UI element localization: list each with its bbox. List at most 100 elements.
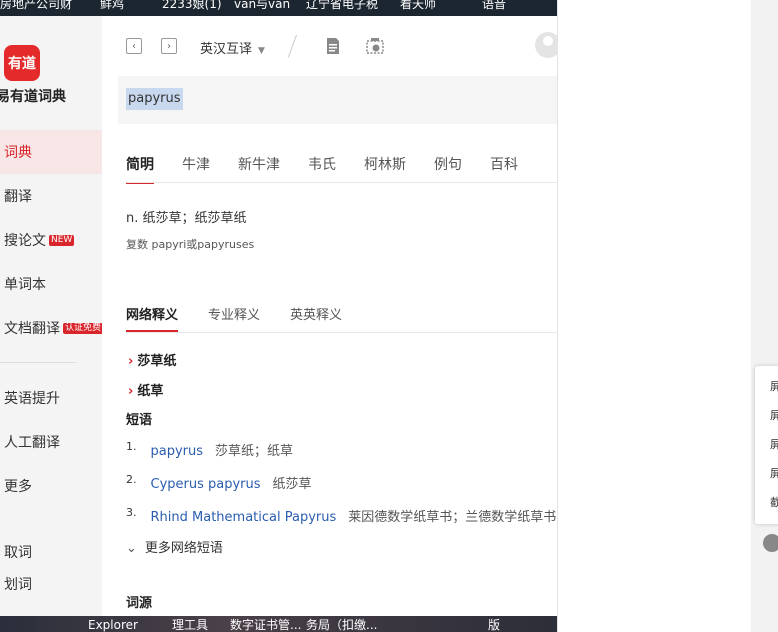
back-button[interactable]: ‹ (126, 38, 142, 54)
dictionary-tabs: 简明 牛津 新牛津 韦氏 柯林斯 例句 百科 (126, 154, 546, 184)
taskbar-item[interactable]: Explorer (88, 618, 138, 632)
sidebar-item-search-papers[interactable]: 搜论文 NEW (0, 218, 102, 262)
phrase-number: 1. (126, 440, 137, 453)
chevron-right-icon: › (128, 384, 134, 399)
search-query-text[interactable]: papyrus (126, 88, 183, 110)
phrase-translation: 莱因德数学纸草书；兰德数学纸草书 (348, 510, 557, 525)
tab-english-definition[interactable]: 英英释义 (290, 304, 342, 323)
plural-form-text: 复数 papyri或papyruses (126, 238, 255, 251)
taskbar-item[interactable]: 2233娘(1) (162, 0, 222, 11)
phrase-item: 1. papyrus 莎草纸；纸草 (126, 440, 293, 459)
sense-label: 莎草纸 (137, 354, 177, 369)
tab-new-oxford[interactable]: 新牛津 (238, 154, 280, 174)
language-mode-select[interactable]: 英汉互译 ▼ (200, 38, 265, 57)
sense-label: 纸草 (137, 384, 164, 399)
forward-button[interactable]: › (161, 38, 177, 54)
sidebar-item-human-translate[interactable]: 人工翻译 (0, 420, 102, 464)
sidebar-item-label: 划词 (4, 577, 32, 593)
app-title: 易有道词典 (0, 89, 66, 105)
phrase-link[interactable]: papyrus (151, 444, 204, 459)
sense-item[interactable]: › 纸草 (128, 380, 163, 399)
phrase-item: 3. Rhind Mathematical Papyrus 莱因德数学纸草书；兰德数… (126, 506, 556, 525)
tab-collins[interactable]: 柯林斯 (364, 154, 406, 174)
sidebar-item-english-boost[interactable]: 英语提升 (0, 376, 102, 420)
caret-down-icon: ▼ (258, 46, 265, 56)
chevron-left-icon: ‹ (132, 40, 136, 52)
sidebar-item-label: 更多 (4, 479, 32, 495)
taskbar-item[interactable]: 务局（扣缴... (306, 618, 377, 632)
taskbar-item[interactable]: 版 (488, 618, 500, 632)
tab-web-definition[interactable]: 网络释义 (126, 304, 179, 332)
screenshot-menu-popup: 屏 屏 屏 屏 截 (755, 366, 778, 524)
sidebar-item-more[interactable]: 更多 (0, 464, 102, 508)
sidebar-item-label: 英语提升 (4, 391, 60, 407)
phrase-translation: 纸莎草 (272, 477, 312, 492)
definition-text: n. 纸莎草；纸莎草纸 (126, 211, 247, 226)
sidebar: 有道 易有道词典 词典 翻译 搜论文 NEW 单词本 文档翻译 认证免费 英语提… (0, 16, 104, 616)
popup-item[interactable]: 屏 (770, 465, 778, 481)
more-phrases-label: 更多网络短语 (144, 541, 223, 556)
phrase-translation: 莎草纸；纸草 (215, 444, 294, 459)
desktop-taskbar-bottom: Explorer 理工具 数字证书管... 务局（扣缴... 版 (0, 616, 557, 632)
tab-concise[interactable]: 简明 (126, 154, 154, 184)
popup-item[interactable]: 截 (770, 494, 778, 510)
free-badge: 认证免费 (63, 322, 104, 334)
app-logo: 有道 (4, 45, 40, 81)
web-definition-tabs: 网络释义 专业释义 英英释义 (126, 304, 372, 332)
sidebar-item-label: 翻译 (4, 189, 32, 205)
tab-webster[interactable]: 韦氏 (308, 154, 336, 174)
taskbar-item[interactable]: 看天师 (400, 0, 436, 11)
etymology-heading: 词源 (126, 596, 153, 611)
tab-divider (126, 182, 557, 183)
more-phrases-button[interactable]: ⌄ 更多网络短语 (126, 537, 223, 556)
document-icon[interactable] (324, 37, 342, 55)
sidebar-item-dictionary[interactable]: 词典 (0, 130, 102, 174)
phrase-item: 2. Cyperus papyrus 纸莎草 (126, 473, 312, 492)
sidebar-item-label: 文档翻译 (4, 321, 60, 337)
new-badge: NEW (49, 234, 75, 246)
chevron-right-icon: › (128, 354, 134, 369)
tab-encyclopedia[interactable]: 百科 (490, 154, 518, 174)
toolbar-separator (287, 34, 298, 58)
chevron-right-icon: › (167, 40, 171, 52)
phrases-heading: 短语 (126, 413, 153, 428)
blank-window (557, 0, 751, 632)
sidebar-item-translate[interactable]: 翻译 (0, 174, 102, 218)
taskbar-item[interactable]: van与van (234, 0, 290, 11)
phrase-link[interactable]: Cyperus papyrus (151, 477, 261, 492)
dictionary-result: 简明 牛津 新牛津 韦氏 柯林斯 例句 百科 n. 纸莎草；纸莎草纸 复数 pa… (102, 124, 557, 616)
taskbar-item[interactable]: 房地产公司财 (0, 0, 72, 11)
taskbar-item[interactable]: 辽宁省电子税 (306, 0, 378, 11)
popup-item[interactable]: 屏 (770, 407, 778, 423)
language-mode-label: 英汉互译 (200, 42, 253, 57)
sidebar-item-label: 取词 (4, 545, 32, 561)
tab-examples[interactable]: 例句 (434, 154, 462, 174)
phrase-link[interactable]: Rhind Mathematical Papyrus (151, 510, 337, 525)
sidebar-item-select-word[interactable]: 划词 (0, 562, 102, 606)
toolbar: ‹ › 英汉互译 ▼ (102, 16, 561, 76)
phrase-number: 3. (126, 506, 137, 519)
sidebar-item-label: 词典 (4, 145, 32, 161)
sidebar-item-label: 搜论文 (4, 233, 46, 249)
sidebar-item-label: 人工翻译 (4, 435, 60, 451)
sidebar-divider (0, 362, 76, 363)
search-input[interactable]: papyrus (118, 76, 557, 124)
sense-item[interactable]: › 莎草纸 (128, 350, 176, 369)
smile-icon[interactable] (763, 534, 778, 552)
taskbar-item[interactable]: 语音 (482, 0, 506, 11)
taskbar-item[interactable]: 理工具 (172, 618, 208, 632)
taskbar-item[interactable]: 鲜鸡 (100, 0, 124, 11)
desktop-taskbar-top: 房地产公司财 鲜鸡 2233娘(1) van与van 辽宁省电子税 看天师 语音 (0, 0, 557, 16)
camera-icon[interactable] (366, 37, 384, 55)
sidebar-item-doc-translate[interactable]: 文档翻译 认证免费 (0, 306, 104, 350)
phrase-number: 2. (126, 473, 137, 486)
sidebar-item-wordbook[interactable]: 单词本 (0, 262, 102, 306)
popup-item[interactable]: 屏 (770, 378, 778, 394)
chevron-down-icon: ⌄ (126, 541, 137, 556)
tab-professional-definition[interactable]: 专业释义 (208, 304, 260, 323)
web-tab-divider (126, 332, 557, 333)
popup-item[interactable]: 屏 (770, 436, 778, 452)
sidebar-item-label: 单词本 (4, 277, 46, 293)
taskbar-item[interactable]: 数字证书管... (230, 618, 301, 632)
tab-oxford[interactable]: 牛津 (182, 154, 210, 174)
